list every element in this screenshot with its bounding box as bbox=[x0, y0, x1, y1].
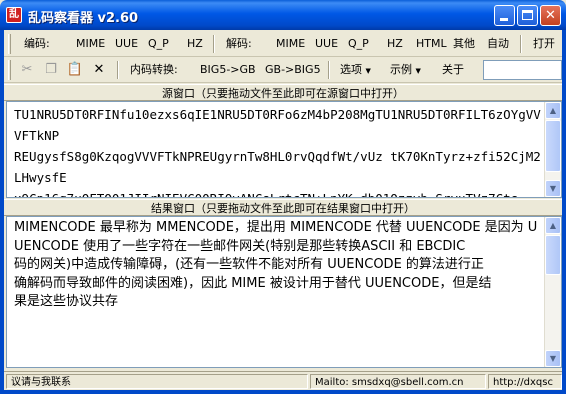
scroll-thumb[interactable] bbox=[545, 235, 561, 275]
gb-to-big5-button[interactable]: GB->BIG5 bbox=[263, 61, 323, 79]
close-icon: ✕ bbox=[545, 8, 556, 23]
encode-label: 编码: bbox=[24, 37, 50, 50]
delete-icon[interactable]: ✕ bbox=[90, 61, 108, 79]
window-frame-bottom bbox=[0, 390, 566, 394]
example-label: 示例 bbox=[390, 63, 412, 76]
status-message: 议请与我联系 bbox=[6, 374, 308, 389]
toolbar-grip[interactable] bbox=[8, 34, 11, 54]
close-button[interactable]: ✕ bbox=[540, 5, 561, 26]
toolbar-grip[interactable] bbox=[8, 60, 11, 80]
copy-icon[interactable]: ❐ bbox=[42, 61, 60, 79]
decode-label: 解码: bbox=[226, 37, 252, 50]
encode-qp-button[interactable]: Q_P bbox=[146, 35, 171, 53]
scroll-up-button[interactable]: ▲ bbox=[545, 217, 561, 234]
decode-mime-button[interactable]: MIME bbox=[274, 35, 307, 53]
minimize-icon bbox=[500, 18, 508, 21]
big5-to-gb-button[interactable]: BIG5->GB bbox=[198, 61, 258, 79]
encode-decode-toolbar: 编码: MIME UUE Q_P HZ 解码: MIME UUE Q_P HZ … bbox=[4, 31, 562, 57]
options-menu-button[interactable]: 选项 ▼ bbox=[338, 61, 373, 79]
decode-auto-button[interactable]: 自动 bbox=[485, 35, 511, 53]
maximize-icon bbox=[522, 10, 533, 20]
toolbar-separator bbox=[213, 35, 215, 53]
search-input[interactable] bbox=[483, 60, 562, 80]
app-icon: 乱 bbox=[6, 7, 22, 23]
open-button[interactable]: 打开 bbox=[531, 35, 557, 53]
options-label: 选项 bbox=[340, 63, 362, 76]
source-text[interactable]: TU1NRU5DT0RFINfu10ezxs6qIE1NRU5DT0RFo6zM… bbox=[14, 104, 542, 197]
status-mailto[interactable]: Mailto: smsdxq@sbell.com.cn bbox=[310, 374, 486, 389]
toolbar-separator bbox=[520, 35, 522, 53]
decode-other-button[interactable]: 其他 bbox=[451, 35, 477, 53]
status-url[interactable]: http://dxqsc bbox=[488, 374, 562, 389]
title-bar[interactable]: 乱 乱码察看器 v2.60 ✕ bbox=[0, 0, 566, 30]
result-panel-header: 结果窗口（只要拖动文件至此即可在结果窗口中打开） bbox=[4, 199, 562, 216]
chevron-down-icon: ▼ bbox=[415, 67, 421, 75]
result-text[interactable]: MIMENCODE 最早称为 MMENCODE，提出用 MIMENCODE 代替… bbox=[14, 219, 542, 367]
decode-html-button[interactable]: HTML bbox=[414, 35, 449, 53]
maximize-button[interactable] bbox=[517, 5, 538, 26]
scroll-down-button[interactable]: ▼ bbox=[545, 350, 561, 367]
chevron-down-icon: ▼ bbox=[365, 67, 371, 75]
example-menu-button[interactable]: 示例 ▼ bbox=[388, 61, 423, 79]
about-button[interactable]: 关于 bbox=[440, 61, 466, 79]
paste-icon[interactable]: 📋 bbox=[66, 61, 84, 79]
source-text-area[interactable]: TU1NRU5DT0RFINfu10ezxs6qIE1NRU5DT0RFo6zM… bbox=[6, 101, 562, 198]
toolbar-separator bbox=[117, 61, 119, 79]
scroll-down-button[interactable]: ▼ bbox=[545, 180, 561, 197]
status-bar: 议请与我联系 Mailto: smsdxq@sbell.com.cn http:… bbox=[4, 371, 562, 390]
result-scrollbar[interactable]: ▲ ▼ bbox=[544, 217, 561, 367]
scroll-thumb[interactable] bbox=[545, 120, 561, 172]
encode-hz-button[interactable]: HZ bbox=[185, 35, 205, 53]
edit-convert-toolbar: ✂ ❐ 📋 ✕ 内码转换: BIG5->GB GB->BIG5 选项 ▼ 示例 … bbox=[4, 57, 562, 83]
decode-hz-button[interactable]: HZ bbox=[385, 35, 405, 53]
minimize-button[interactable] bbox=[494, 5, 515, 26]
encode-mime-button[interactable]: MIME bbox=[74, 35, 107, 53]
convert-label: 内码转换: bbox=[130, 63, 178, 76]
window-title: 乱码察看器 v2.60 bbox=[28, 11, 139, 26]
scissors-icon[interactable]: ✂ bbox=[18, 61, 36, 79]
decode-qp-button[interactable]: Q_P bbox=[346, 35, 371, 53]
encode-uue-button[interactable]: UUE bbox=[113, 35, 140, 53]
toolbar-separator bbox=[328, 61, 330, 79]
result-text-area[interactable]: MIMENCODE 最早称为 MMENCODE，提出用 MIMENCODE 代替… bbox=[6, 216, 562, 368]
window-frame-right bbox=[562, 30, 566, 394]
source-panel-header: 源窗口（只要拖动文件至此即可在源窗口中打开） bbox=[4, 84, 562, 101]
scroll-up-button[interactable]: ▲ bbox=[545, 102, 561, 119]
source-scrollbar[interactable]: ▲ ▼ bbox=[544, 102, 561, 197]
decode-uue-button[interactable]: UUE bbox=[313, 35, 340, 53]
